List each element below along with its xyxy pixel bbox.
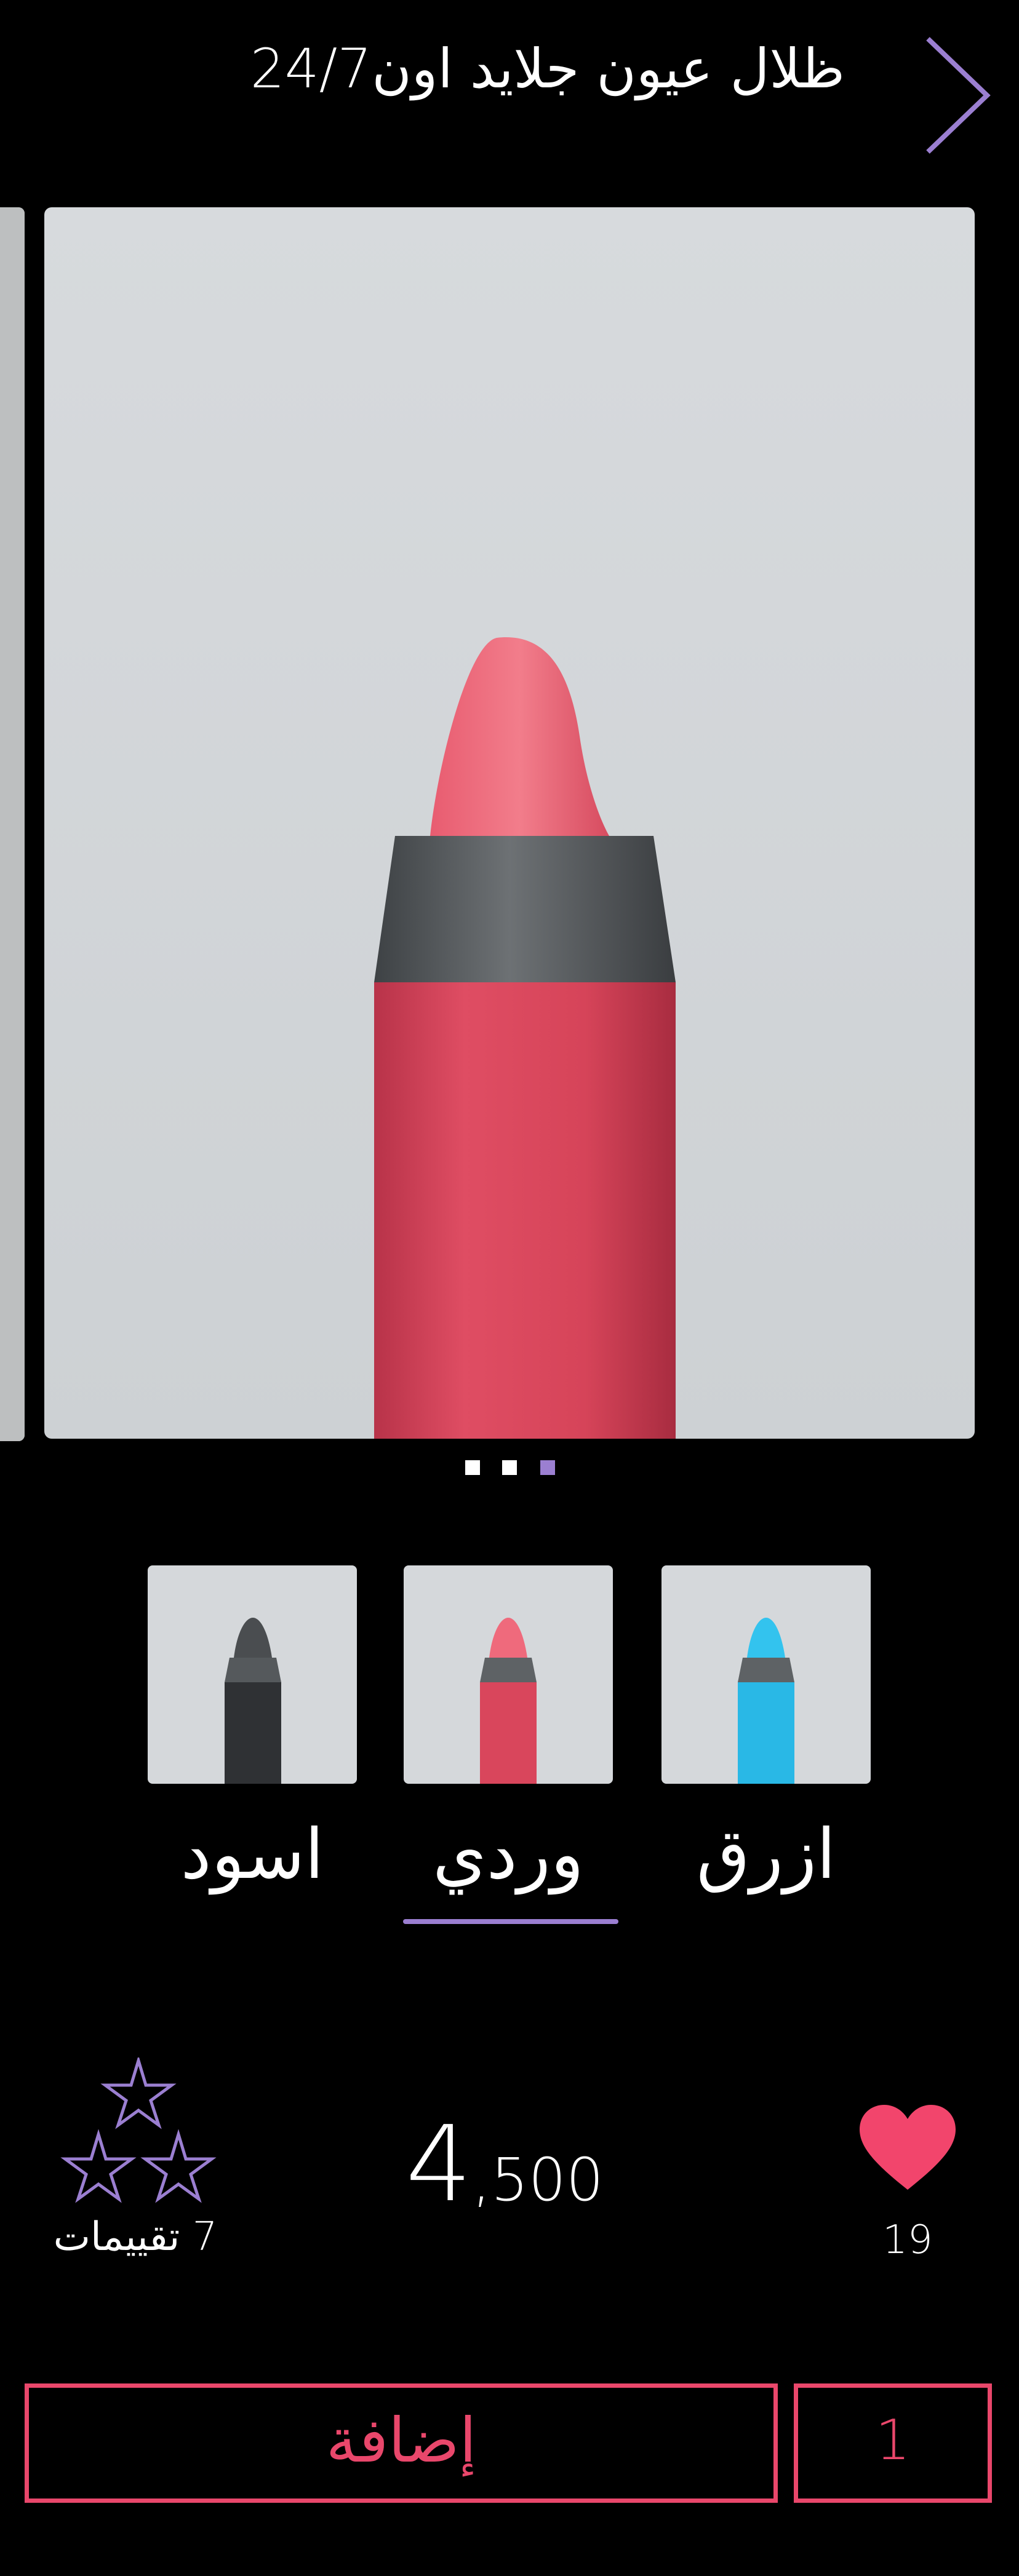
pagination-dot[interactable] (465, 1460, 480, 1475)
pagination-dot[interactable] (502, 1460, 517, 1475)
variant-swatch-black[interactable] (148, 1565, 357, 1784)
selected-variant-indicator (403, 1919, 618, 1924)
variant-label-black[interactable]: اسود (148, 1815, 357, 1894)
variant-label-blue[interactable]: ازرق (661, 1815, 871, 1894)
variant-swatch-pink[interactable] (404, 1565, 613, 1784)
variant-label-pink[interactable]: وردي (404, 1815, 613, 1894)
ratings-count[interactable]: 7 تقييمات (25, 2214, 246, 2260)
product-image-carousel[interactable] (0, 207, 1019, 1441)
price-rest: ,500 (472, 2145, 604, 2214)
heart-icon (860, 2105, 956, 2190)
like-button[interactable] (858, 2104, 957, 2193)
quantity-field[interactable]: 1 (794, 2383, 992, 2503)
rating-stars[interactable] (58, 2057, 218, 2208)
carousel-pagination (0, 1460, 1019, 1479)
back-button[interactable] (914, 34, 994, 157)
variant-swatch-blue[interactable] (661, 1565, 871, 1784)
product-image[interactable] (44, 207, 975, 1439)
price-main: 4 (406, 2104, 473, 2225)
header: ظلال عيون جلايد اون24/7 (0, 0, 1019, 185)
product-price: 4,500 (369, 2104, 640, 2225)
chevron-right-icon (926, 37, 991, 154)
page-title: ظلال عيون جلايد اون24/7 (250, 37, 845, 100)
add-to-cart-button[interactable]: إضافة (25, 2383, 778, 2503)
star-icon (60, 2057, 217, 2203)
previous-slide-image[interactable] (0, 207, 25, 1441)
like-count: 19 (882, 2217, 933, 2263)
pagination-dot-active[interactable] (540, 1460, 555, 1475)
